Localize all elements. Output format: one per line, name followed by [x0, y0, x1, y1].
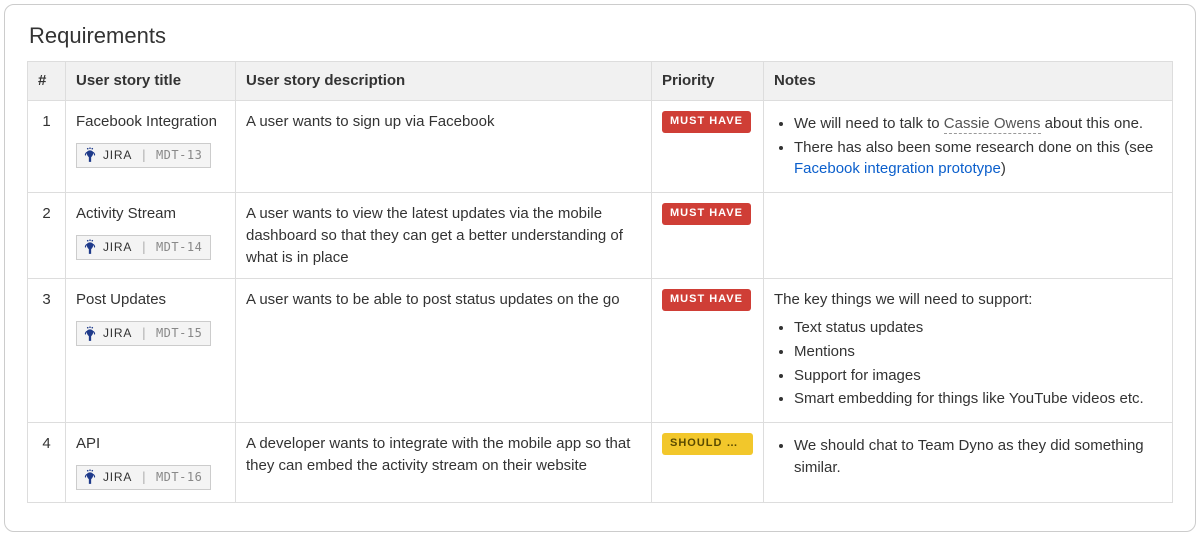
- row-number: 2: [28, 193, 66, 279]
- priority-badge-must-have: MUST HAVE: [662, 111, 751, 133]
- separator: |: [140, 325, 148, 342]
- row-number: 3: [28, 279, 66, 423]
- note-item: Smart embedding for things like YouTube …: [794, 388, 1162, 410]
- jira-label: JIRA: [103, 469, 132, 486]
- jira-icon: [83, 239, 97, 255]
- note-item: Support for images: [794, 365, 1162, 387]
- story-description: A user wants to be able to post status u…: [236, 279, 652, 423]
- priority-cell: MUST HAVE: [652, 279, 764, 423]
- story-title: API: [76, 433, 225, 455]
- table-row: 3 Post Updates JI: [28, 279, 1173, 423]
- priority-cell: MUST HAVE: [652, 100, 764, 192]
- row-number: 1: [28, 100, 66, 192]
- priority-badge-must-have: MUST HAVE: [662, 203, 751, 225]
- ticket-id: MDT-13: [156, 147, 202, 164]
- section-title: Requirements: [29, 23, 1173, 49]
- notes-link[interactable]: Facebook integration prototype: [794, 160, 1001, 177]
- story-title: Activity Stream: [76, 203, 225, 225]
- jira-icon: [83, 326, 97, 342]
- story-description: A developer wants to integrate with the …: [236, 423, 652, 503]
- jira-label: JIRA: [103, 325, 132, 342]
- user-mention[interactable]: Cassie Owens: [944, 115, 1041, 134]
- col-header-num: #: [28, 62, 66, 101]
- jira-ticket-pill[interactable]: JIRA | MDT-16: [76, 465, 211, 490]
- story-title: Post Updates: [76, 289, 225, 311]
- note-item: Mentions: [794, 341, 1162, 363]
- col-header-notes: Notes: [764, 62, 1173, 101]
- story-title: Facebook Integration: [76, 111, 225, 133]
- jira-label: JIRA: [103, 147, 132, 164]
- jira-icon: [83, 147, 97, 163]
- table-row: 2 Activity Stream: [28, 193, 1173, 279]
- jira-icon: [83, 469, 97, 485]
- notes-cell: We will need to talk to Cassie Owens abo…: [764, 100, 1173, 192]
- note-item: There has also been some research done o…: [794, 137, 1162, 181]
- notes-cell: The key things we will need to support: …: [764, 279, 1173, 423]
- table-header-row: # User story title User story descriptio…: [28, 62, 1173, 101]
- separator: |: [140, 469, 148, 486]
- col-header-title: User story title: [66, 62, 236, 101]
- col-header-description: User story description: [236, 62, 652, 101]
- story-description: A user wants to view the latest updates …: [236, 193, 652, 279]
- story-title-cell: API JIRA | M: [66, 423, 236, 503]
- ticket-id: MDT-15: [156, 325, 202, 342]
- priority-badge-must-have: MUST HAVE: [662, 289, 751, 311]
- ticket-id: MDT-16: [156, 469, 202, 486]
- story-description: A user wants to sign up via Facebook: [236, 100, 652, 192]
- notes-intro: The key things we will need to support:: [774, 289, 1162, 311]
- priority-badge-should-have: SHOULD HA...: [662, 433, 753, 455]
- notes-cell: [764, 193, 1173, 279]
- priority-cell: SHOULD HA...: [652, 423, 764, 503]
- requirements-table: # User story title User story descriptio…: [27, 61, 1173, 503]
- col-header-priority: Priority: [652, 62, 764, 101]
- jira-ticket-pill[interactable]: JIRA | MDT-13: [76, 143, 211, 168]
- story-title-cell: Post Updates JIRA |: [66, 279, 236, 423]
- story-title-cell: Facebook Integration JIRA: [66, 100, 236, 192]
- separator: |: [140, 239, 148, 256]
- jira-ticket-pill[interactable]: JIRA | MDT-15: [76, 321, 211, 346]
- story-title-cell: Activity Stream JIRA |: [66, 193, 236, 279]
- table-row: 4 API JIRA: [28, 423, 1173, 503]
- jira-ticket-pill[interactable]: JIRA | MDT-14: [76, 235, 211, 260]
- requirements-panel: Requirements # User story title User sto…: [4, 4, 1196, 532]
- priority-cell: MUST HAVE: [652, 193, 764, 279]
- ticket-id: MDT-14: [156, 239, 202, 256]
- notes-cell: We should chat to Team Dyno as they did …: [764, 423, 1173, 503]
- note-item: We should chat to Team Dyno as they did …: [794, 435, 1162, 479]
- note-item: Text status updates: [794, 317, 1162, 339]
- row-number: 4: [28, 423, 66, 503]
- note-item: We will need to talk to Cassie Owens abo…: [794, 113, 1162, 135]
- table-row: 1 Facebook Integration: [28, 100, 1173, 192]
- jira-label: JIRA: [103, 239, 132, 256]
- separator: |: [140, 147, 148, 164]
